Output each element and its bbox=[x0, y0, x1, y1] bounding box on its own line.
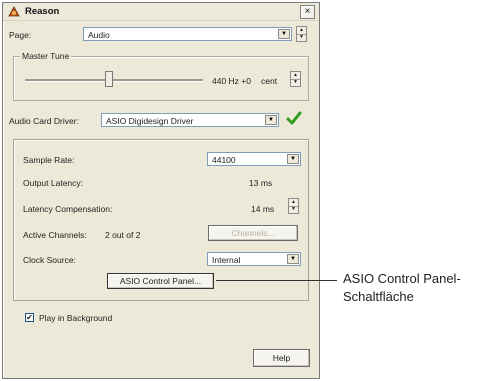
chevron-down-icon: ▼ bbox=[287, 154, 299, 164]
sample-rate-select[interactable]: 44100 ▼ bbox=[207, 152, 301, 166]
check-icon: ✔ bbox=[26, 313, 33, 322]
callout-label-line2: Schaltfläche bbox=[343, 289, 414, 304]
active-channels-value: 2 out of 2 bbox=[105, 230, 141, 240]
clock-source-select[interactable]: Internal ▼ bbox=[207, 252, 301, 266]
chevron-down-icon: ▼ bbox=[265, 115, 277, 125]
chevron-down-icon: ▼ bbox=[278, 29, 290, 39]
help-button[interactable]: Help bbox=[253, 349, 310, 367]
page-select[interactable]: Audio ▼ bbox=[83, 27, 292, 41]
clock-source-label: Clock Source: bbox=[23, 255, 76, 265]
latency-compensation-label: Latency Compensation: bbox=[23, 204, 113, 214]
master-tune-slider-thumb[interactable] bbox=[105, 71, 113, 87]
active-channels-label: Active Channels: bbox=[23, 230, 87, 240]
page-label: Page: bbox=[9, 30, 32, 40]
channels-button[interactable]: Channels... bbox=[208, 225, 298, 241]
close-icon: × bbox=[304, 6, 311, 17]
master-tune-value: 440 Hz +0 bbox=[212, 76, 251, 86]
master-tune-spinner[interactable]: ▲ ▼ bbox=[290, 71, 301, 87]
output-latency-label: Output Latency: bbox=[23, 178, 84, 188]
page-spinner[interactable]: ▲ ▼ bbox=[296, 26, 307, 42]
clock-source-value: Internal bbox=[212, 255, 241, 265]
close-button[interactable]: × bbox=[300, 5, 315, 19]
spin-down-icon[interactable]: ▼ bbox=[289, 206, 298, 213]
master-tune-legend: Master Tune bbox=[20, 51, 72, 61]
page-select-value: Audio bbox=[88, 30, 110, 40]
sample-rate-label: Sample Rate: bbox=[23, 155, 75, 165]
play-in-background-label: Play in Background bbox=[39, 313, 113, 323]
audio-card-select[interactable]: ASIO Digidesign Driver ▼ bbox=[101, 113, 279, 127]
master-tune-slider-track[interactable] bbox=[25, 79, 203, 82]
master-tune-unit: cent bbox=[261, 76, 278, 86]
preferences-window: Reason × Page: Audio ▼ ▲ ▼ Master Tune 4… bbox=[2, 2, 320, 379]
reason-app-icon bbox=[8, 6, 20, 17]
title-bar: Reason × bbox=[3, 3, 319, 21]
latency-compensation-value: 14 ms bbox=[251, 204, 275, 214]
checkmark-icon bbox=[286, 111, 302, 125]
spin-down-icon[interactable]: ▼ bbox=[291, 79, 300, 86]
audio-card-label: Audio Card Driver: bbox=[9, 116, 79, 126]
asio-control-panel-button[interactable]: ASIO Control Panel... bbox=[107, 273, 214, 289]
output-latency-value: 13 ms bbox=[249, 178, 273, 188]
spin-down-icon[interactable]: ▼ bbox=[297, 34, 306, 41]
latency-compensation-spinner[interactable]: ▲ ▼ bbox=[288, 198, 299, 214]
sample-rate-value: 44100 bbox=[212, 155, 236, 165]
window-title: Reason bbox=[25, 6, 60, 17]
callout-line bbox=[216, 280, 337, 281]
callout-label-line1: ASIO Control Panel- bbox=[343, 271, 461, 286]
audio-card-select-value: ASIO Digidesign Driver bbox=[106, 116, 194, 126]
play-in-background-checkbox[interactable]: ✔ bbox=[25, 313, 34, 322]
chevron-down-icon: ▼ bbox=[287, 254, 299, 264]
